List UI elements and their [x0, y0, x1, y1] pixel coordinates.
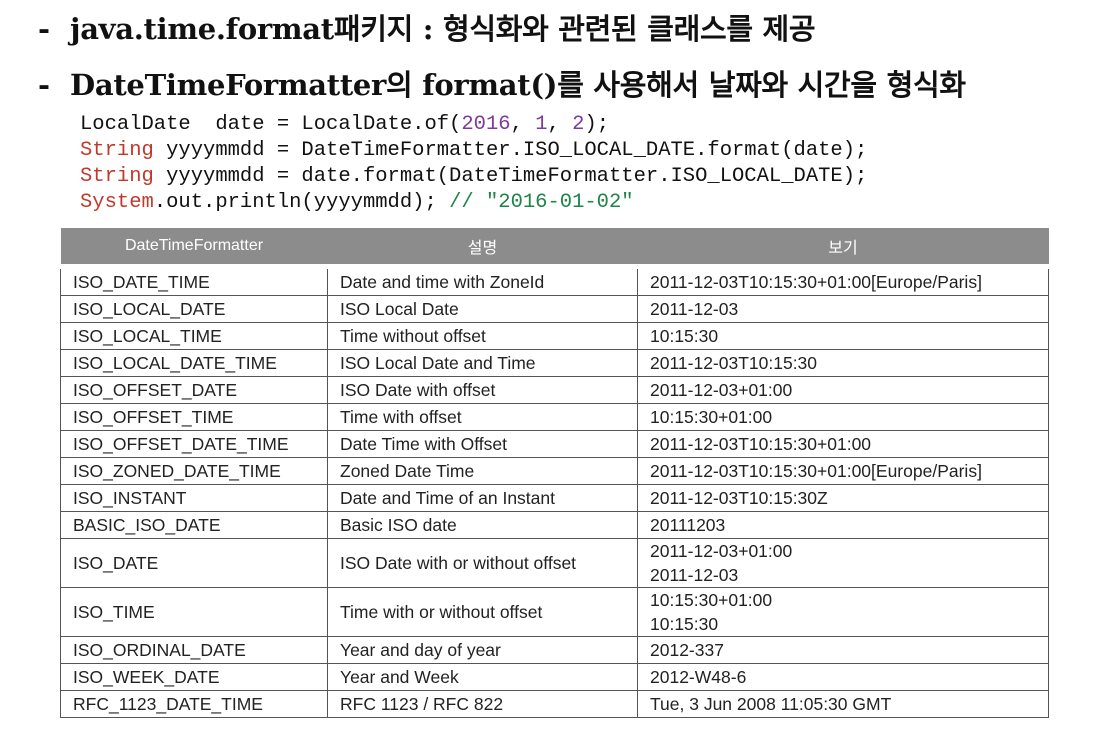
bullet-java-time-format: - java.time.format패키지 : 형식화와 관련된 클래스를 제공	[38, 6, 816, 48]
table-cell: 2011-12-03	[637, 295, 1049, 323]
table-row: ISO_WEEK_DATE Year and Week 2012-W48-6	[60, 663, 1049, 691]
table-row: ISO_LOCAL_DATE_TIME ISO Local Date and Ti…	[60, 349, 1049, 377]
code-token: yyyymmdd = date.format(DateTimeFormatter…	[153, 165, 868, 188]
table-cell: ISO_LOCAL_DATE_TIME	[60, 349, 328, 377]
table-cell: 20111203	[637, 511, 1049, 539]
table-cell: ISO_LOCAL_DATE	[60, 295, 328, 323]
table-cell: Date and Time of an Instant	[327, 484, 638, 512]
table-cell: 10:15:30+01:00	[637, 403, 1049, 431]
code-line-4: System.out.println(yyyymmdd); // "2016-0…	[80, 190, 867, 216]
table-cell: Date Time with Offset	[327, 430, 638, 458]
code-token: yyyymmdd = DateTimeFormatter.ISO_LOCAL_D…	[153, 139, 868, 162]
table-header-row: DateTimeFormatter 설명 보기	[60, 228, 1049, 269]
table-cell: Tue, 3 Jun 2008 11:05:30 GMT	[637, 690, 1049, 718]
table-cell: Date and time with ZoneId	[327, 266, 638, 296]
table-cell: ISO_OFFSET_TIME	[60, 403, 328, 431]
table-cell: Basic ISO date	[327, 511, 638, 539]
table-cell: ISO_WEEK_DATE	[60, 663, 328, 691]
table-cell: ISO_DATE_TIME	[60, 266, 328, 296]
code-token: .out.println(yyyymmdd);	[153, 191, 450, 214]
table-cell: 2011-12-03T10:15:30+01:00[Europe/Paris]	[637, 266, 1049, 296]
table-cell: RFC_1123_DATE_TIME	[60, 690, 328, 718]
table-cell: ISO_TIME	[60, 587, 328, 637]
table-cell: ISO Date with or without offset	[327, 538, 638, 588]
bullet-text: java.time.format패키지 : 형식화와 관련된 클래스를 제공	[70, 12, 816, 46]
code-line-2: String yyyymmdd = DateTimeFormatter.ISO_…	[80, 138, 867, 164]
table-cell-line: 2011-12-03+01:00	[650, 541, 793, 561]
table-row: ISO_OFFSET_DATE ISO Date with offset 2011-…	[60, 376, 1049, 404]
table-cell: ISO_ZONED_DATE_TIME	[60, 457, 328, 485]
code-number: 2016	[461, 113, 511, 136]
column-header: DateTimeFormatter	[60, 228, 328, 269]
table-row: ISO_DATE ISO Date with or without offset 2…	[60, 538, 1049, 588]
table-cell: ISO_LOCAL_TIME	[60, 322, 328, 350]
table-cell: 2011-12-03+01:00	[637, 376, 1049, 404]
table-cell: 10:15:30	[637, 322, 1049, 350]
table-row: ISO_INSTANT Date and Time of an Instant 20…	[60, 484, 1049, 512]
bullet-text: DateTimeFormatter의 format()를 사용해서 날짜와 시간…	[70, 68, 966, 102]
code-snippet: LocalDate date = LocalDate.of(2016, 1, 2…	[80, 112, 867, 216]
table-row: ISO_OFFSET_TIME Time with offset 10:15:30+…	[60, 403, 1049, 431]
table-cell: 2011-12-03T10:15:30Z	[637, 484, 1049, 512]
table-cell-line: 10:15:30	[650, 614, 719, 634]
table-cell: ISO_INSTANT	[60, 484, 328, 512]
code-type: String	[80, 139, 154, 162]
code-number: 2	[572, 113, 585, 136]
table-row: ISO_ZONED_DATE_TIME Zoned Date Time 2011-1…	[60, 457, 1049, 485]
table-cell: ISO Local Date and Time	[327, 349, 638, 377]
bullet-dash: -	[38, 12, 50, 46]
table-cell: Year and Week	[327, 663, 638, 691]
table-row: ISO_OFFSET_DATE_TIME Date Time with Offse…	[60, 430, 1049, 458]
table-cell: Time without offset	[327, 322, 638, 350]
code-token: LocalDate date = LocalDate.of(	[80, 113, 462, 136]
table-row: BASIC_ISO_DATE Basic ISO date 20111203	[60, 511, 1049, 539]
table-row: RFC_1123_DATE_TIME RFC 1123 / RFC 822 Tue,…	[60, 690, 1049, 718]
table-cell: 2011-12-03+01:00 2011-12-03	[637, 538, 1049, 588]
code-token: );	[584, 113, 610, 136]
table-row: ISO_LOCAL_TIME Time without offset 10:15:3…	[60, 322, 1049, 350]
code-type: String	[80, 165, 154, 188]
table-cell-line: 10:15:30+01:00	[650, 590, 773, 610]
table-cell-line: 2011-12-03	[650, 565, 739, 585]
table-cell: 2011-12-03T10:15:30+01:00	[637, 430, 1049, 458]
table-cell: Year and day of year	[327, 636, 638, 664]
table-body: ISO_DATE_TIME Date and time with ZoneId 20…	[60, 266, 1049, 718]
table-cell: Time with or without offset	[327, 587, 638, 637]
column-header: 설명	[327, 228, 638, 269]
table-row: ISO_TIME Time with or without offset 10:15…	[60, 587, 1049, 637]
table-cell: ISO_OFFSET_DATE	[60, 376, 328, 404]
table-cell: ISO_ORDINAL_DATE	[60, 636, 328, 664]
table-cell: Zoned Date Time	[327, 457, 638, 485]
table-cell: RFC 1123 / RFC 822	[327, 690, 638, 718]
column-header: 보기	[637, 228, 1049, 269]
table-cell: ISO Local Date	[327, 295, 638, 323]
bullet-datetimeformatter-format: - DateTimeFormatter의 format()를 사용해서 날짜와 시…	[38, 62, 966, 104]
code-comment: // "2016-01-02"	[449, 191, 634, 214]
table-row: ISO_LOCAL_DATE ISO Local Date 2011-12-03	[60, 295, 1049, 323]
code-line-3: String yyyymmdd = date.format(DateTimeFo…	[80, 164, 867, 190]
formatter-table: DateTimeFormatter 설명 보기 ISO_DATE_TIME Dat…	[60, 228, 1049, 718]
code-token: ,	[510, 113, 536, 136]
table-cell: 2012-337	[637, 636, 1049, 664]
code-number: 1	[535, 113, 548, 136]
table-cell: Time with offset	[327, 403, 638, 431]
table-cell: BASIC_ISO_DATE	[60, 511, 328, 539]
table-cell: 10:15:30+01:00 10:15:30	[637, 587, 1049, 637]
bullet-dash: -	[38, 68, 50, 102]
table-cell: ISO Date with offset	[327, 376, 638, 404]
code-line-1: LocalDate date = LocalDate.of(2016, 1, 2…	[80, 112, 867, 138]
table-cell: 2011-12-03T10:15:30	[637, 349, 1049, 377]
table-row: ISO_DATE_TIME Date and time with ZoneId 20…	[60, 266, 1049, 296]
table-cell: 2012-W48-6	[637, 663, 1049, 691]
table-cell: 2011-12-03T10:15:30+01:00[Europe/Paris]	[637, 457, 1049, 485]
code-type: System	[80, 191, 154, 214]
table-row: ISO_ORDINAL_DATE Year and day of year 2012…	[60, 636, 1049, 664]
table-cell: ISO_OFFSET_DATE_TIME	[60, 430, 328, 458]
code-token: ,	[547, 113, 573, 136]
table-cell: ISO_DATE	[60, 538, 328, 588]
